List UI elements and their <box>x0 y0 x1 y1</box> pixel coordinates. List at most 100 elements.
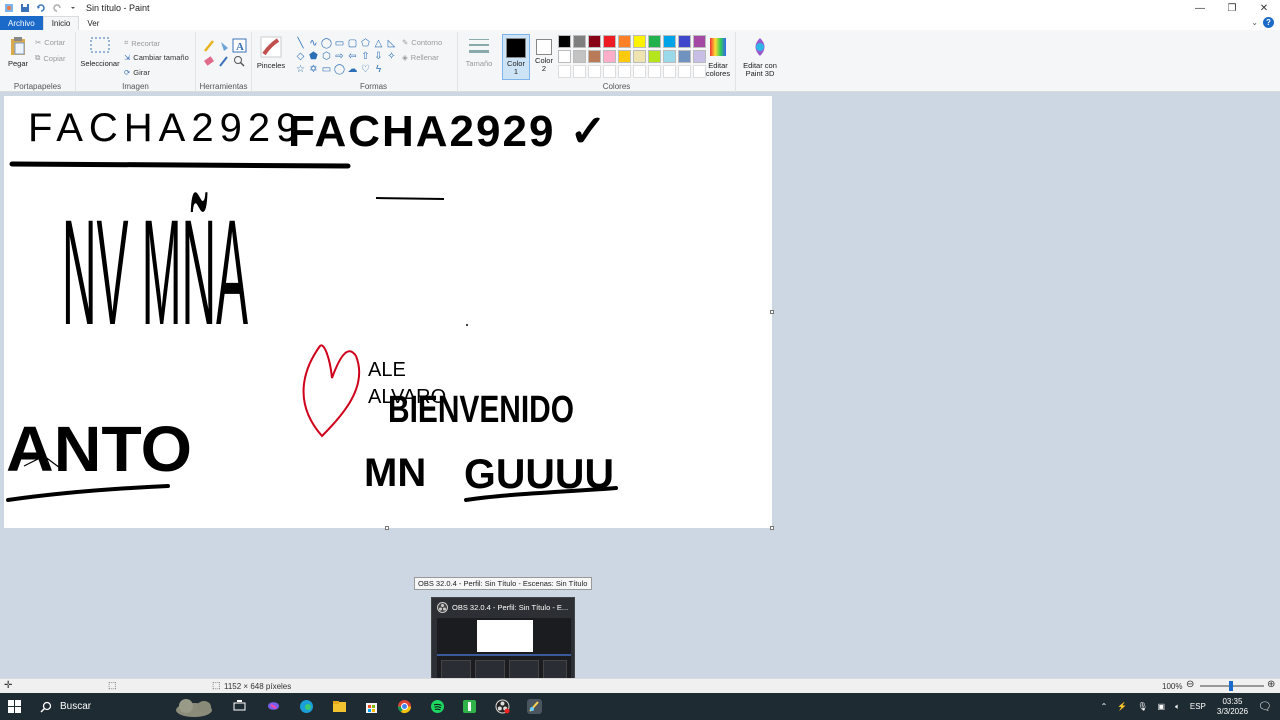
four-point-star-shape-icon[interactable]: ✧ <box>385 50 398 63</box>
chevron-down-icon[interactable]: ⌄ <box>1251 18 1258 27</box>
paste-button[interactable]: Pegar <box>6 36 30 68</box>
color-swatch[interactable] <box>558 50 571 63</box>
line-shape-icon[interactable]: ╲ <box>294 37 307 50</box>
taskbar-search[interactable]: Buscar <box>32 693 222 720</box>
microphone-icon[interactable]: 🎙︎ <box>1137 702 1147 711</box>
drawing-canvas[interactable]: FACHA2929 FACHA2929 ✓ NV MÑA ALE ALVARO … <box>4 96 772 528</box>
canvas-drawing[interactable]: FACHA2929 FACHA2929 ✓ NV MÑA ALE ALVARO … <box>4 96 772 528</box>
color-swatch[interactable] <box>603 65 616 78</box>
color-swatch[interactable] <box>693 35 706 48</box>
notification-center-icon[interactable]: 🗨︎ <box>1258 700 1272 713</box>
eraser-icon[interactable] <box>204 56 214 66</box>
color-swatch[interactable] <box>603 50 616 63</box>
shapes-gallery[interactable]: ╲ ∿ ◯ ▭ ▢ ⬠ △ ◺ ◇ ⬟ ⬡ ⇨ ⇦ ⇧ ⇩ ✧ ☆ ✡ ▭ ◯ … <box>294 37 398 77</box>
select-button[interactable]: Seleccionar <box>80 36 120 68</box>
polygon-shape-icon[interactable]: ⬠ <box>359 37 372 50</box>
spotify-icon[interactable] <box>430 699 445 714</box>
windows-start-icon[interactable] <box>8 700 21 713</box>
color-swatch[interactable] <box>693 65 706 78</box>
copy-button[interactable]: ⧉ Copiar <box>35 53 65 63</box>
file-explorer-icon[interactable] <box>332 699 347 714</box>
color-swatch[interactable] <box>588 35 601 48</box>
volume-icon[interactable]: 🔈︎ <box>1175 702 1180 712</box>
color-palette[interactable] <box>558 35 707 79</box>
hexagon-shape-icon[interactable]: ⬡ <box>320 50 333 63</box>
color-swatch[interactable] <box>618 65 631 78</box>
minimize-button[interactable]: — <box>1184 0 1216 16</box>
crop-button[interactable]: ⌗ Recortar <box>124 38 160 48</box>
clock[interactable]: 03:35 3/3/2026 <box>1217 697 1248 717</box>
color-swatch[interactable] <box>678 65 691 78</box>
down-arrow-shape-icon[interactable]: ⇩ <box>372 50 385 63</box>
left-arrow-shape-icon[interactable]: ⇦ <box>346 50 359 63</box>
size-button[interactable]: Tamaño <box>462 36 496 68</box>
color-swatch[interactable] <box>648 35 661 48</box>
help-icon[interactable]: ? <box>1263 17 1274 28</box>
close-button[interactable]: ✕ <box>1248 0 1280 16</box>
color-swatch[interactable] <box>618 35 631 48</box>
chrome-icon[interactable] <box>397 699 412 714</box>
color-swatch[interactable] <box>588 65 601 78</box>
edge-icon[interactable] <box>299 699 314 714</box>
callout-oval-shape-icon[interactable]: ◯ <box>333 63 346 76</box>
task-view-icon[interactable] <box>232 699 247 714</box>
pencil-icon[interactable] <box>204 40 214 52</box>
right-triangle-shape-icon[interactable]: ◺ <box>385 37 398 50</box>
copilot-icon[interactable] <box>266 699 281 714</box>
fill-bucket-icon[interactable] <box>221 42 228 51</box>
six-point-star-shape-icon[interactable]: ✡ <box>307 63 320 76</box>
resize-handle-right[interactable] <box>770 310 774 314</box>
callout-rect-shape-icon[interactable]: ▭ <box>320 63 333 76</box>
color-swatch[interactable] <box>648 65 661 78</box>
obs-taskbar-icon[interactable] <box>495 699 510 714</box>
color-swatch[interactable] <box>573 65 586 78</box>
oval-shape-icon[interactable]: ◯ <box>320 37 333 50</box>
fill-button[interactable]: ◈ Rellenar <box>402 53 439 62</box>
color-swatch[interactable] <box>603 35 616 48</box>
tab-ver[interactable]: Ver <box>79 16 107 30</box>
color-swatch[interactable] <box>678 35 691 48</box>
callout-cloud-shape-icon[interactable]: ☁ <box>346 63 359 76</box>
triangle-shape-icon[interactable]: △ <box>372 37 385 50</box>
rounded-rectangle-shape-icon[interactable]: ▢ <box>346 37 359 50</box>
pentagon-shape-icon[interactable]: ⬟ <box>307 50 320 63</box>
color-swatch[interactable] <box>663 35 676 48</box>
curve-shape-icon[interactable]: ∿ <box>307 37 320 50</box>
zoom-slider-thumb[interactable] <box>1229 681 1233 691</box>
color-swatch[interactable] <box>558 35 571 48</box>
magnifier-icon[interactable] <box>234 56 242 64</box>
color-swatch[interactable] <box>648 50 661 63</box>
color-swatch[interactable] <box>558 65 571 78</box>
outline-button[interactable]: ✎ Contorno <box>402 38 442 47</box>
color-swatch[interactable] <box>573 35 586 48</box>
zoom-in-button[interactable]: ⊕ <box>1267 679 1275 690</box>
color-swatch[interactable] <box>633 35 646 48</box>
color-swatch[interactable] <box>663 50 676 63</box>
brushes-button[interactable]: Pinceles <box>256 36 286 70</box>
right-arrow-shape-icon[interactable]: ⇨ <box>333 50 346 63</box>
rotate-button[interactable]: ⟳ Girar <box>124 68 150 77</box>
resize-button[interactable]: ⇲ Cambiar tamaño <box>124 53 189 62</box>
paint-taskbar-icon[interactable] <box>527 699 542 714</box>
color-swatch[interactable] <box>633 65 646 78</box>
microsoft-store-icon[interactable] <box>364 699 379 714</box>
chevron-up-icon[interactable]: ⌃ <box>1101 702 1108 711</box>
resize-handle-bottom[interactable] <box>385 526 389 530</box>
color-swatch[interactable] <box>693 50 706 63</box>
lightning-shape-icon[interactable]: ϟ <box>372 63 385 76</box>
redo-icon[interactable] <box>52 3 62 13</box>
undo-icon[interactable] <box>36 3 46 13</box>
tab-archivo[interactable]: Archivo <box>0 16 43 30</box>
color1-button[interactable]: Color 1 <box>502 34 530 80</box>
up-arrow-shape-icon[interactable]: ⇧ <box>359 50 372 63</box>
five-point-star-shape-icon[interactable]: ☆ <box>294 63 307 76</box>
customize-toolbar-icon[interactable] <box>68 3 78 13</box>
resize-handle-corner[interactable] <box>770 526 774 530</box>
color-picker-icon[interactable] <box>219 56 228 67</box>
save-icon[interactable] <box>20 3 30 13</box>
color-swatch[interactable] <box>618 50 631 63</box>
edit-with-paint3d-button[interactable]: Editar con Paint 3D <box>738 36 782 78</box>
green-app-icon[interactable] <box>462 699 477 714</box>
heart-shape-icon[interactable]: ♡ <box>359 63 372 76</box>
meet-now-icon[interactable]: ⚡ <box>1117 702 1127 711</box>
